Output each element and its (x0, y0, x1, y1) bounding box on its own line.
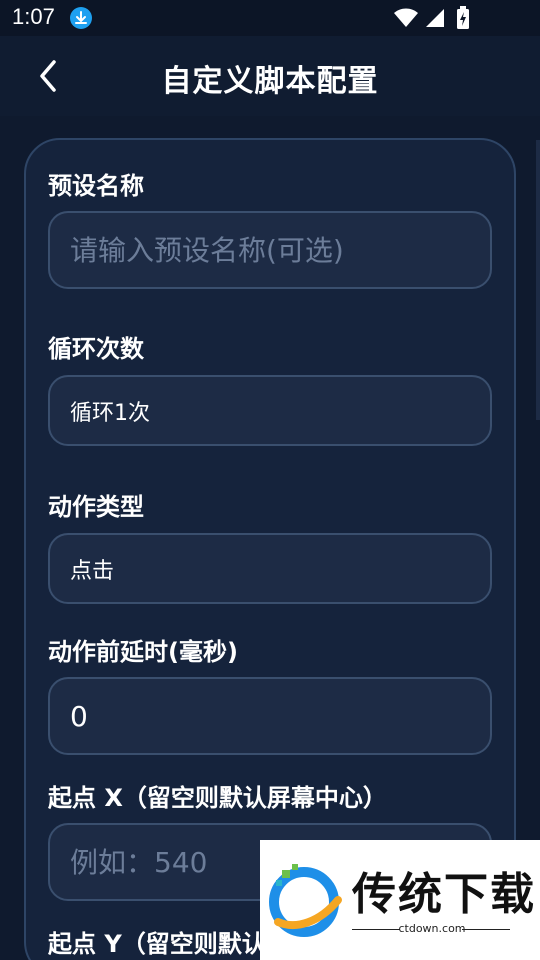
status-bar: 1:07 (0, 0, 540, 36)
scrollbar[interactable] (536, 140, 540, 420)
action-type-value: 点击 (70, 558, 115, 584)
action-type-select[interactable]: 点击 (48, 533, 492, 604)
signal-icon (426, 9, 444, 27)
preset-name-field[interactable] (48, 211, 492, 289)
pre-delay-label: 动作前延时(毫秒) (48, 638, 238, 666)
wifi-icon (394, 8, 418, 27)
download-icon (70, 7, 92, 29)
watermark-logo (269, 864, 342, 937)
loop-count-select[interactable]: 循环1次 (48, 375, 492, 446)
app-header: 自定义脚本配置 (0, 36, 540, 116)
pre-delay-field[interactable]: 0 (48, 677, 492, 755)
loop-count-value: 循环1次 (70, 400, 150, 426)
status-time: 1:07 (12, 4, 55, 29)
battery-icon (457, 6, 469, 29)
watermark-brand: 传统下载 (352, 869, 536, 920)
pre-delay-value: 0 (70, 699, 88, 733)
loop-count-label: 循环次数 (48, 335, 144, 363)
start-x-label: 起点 X（留空则默认屏幕中心） (48, 784, 387, 812)
preset-name-label: 预设名称 (48, 172, 144, 200)
action-type-label: 动作类型 (48, 493, 144, 521)
preset-name-input[interactable] (50, 213, 490, 287)
page-title: 自定义脚本配置 (161, 64, 379, 99)
watermark-divider-right (462, 929, 510, 930)
